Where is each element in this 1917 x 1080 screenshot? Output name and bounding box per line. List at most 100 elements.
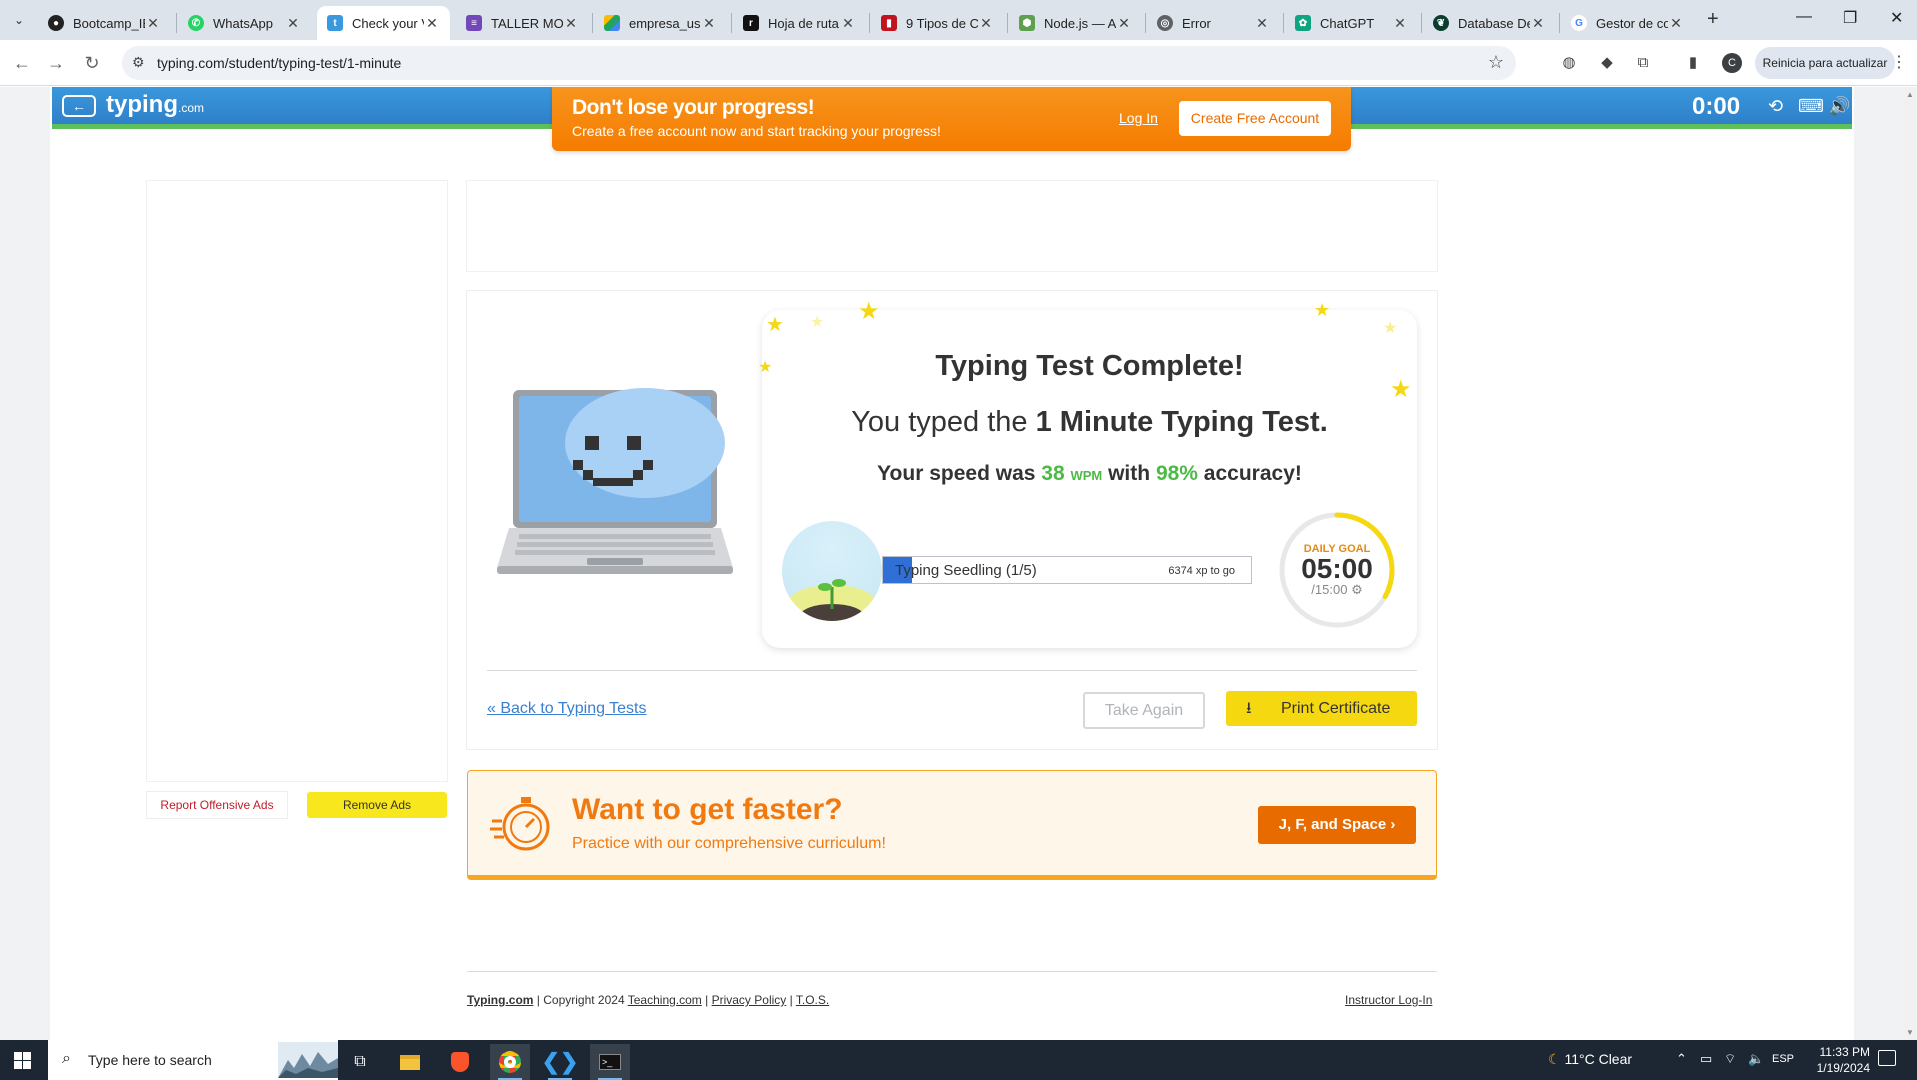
seedling-badge-icon: [782, 521, 882, 621]
roadmap-icon: r: [743, 15, 759, 31]
notification-icon[interactable]: [1878, 1050, 1896, 1066]
system-clock[interactable]: 11:33 PM 1/19/2024: [1800, 1044, 1870, 1076]
test-name-line: You typed the 1 Minute Typing Test.: [851, 406, 1328, 438]
address-bar[interactable]: ⚙ typing.com/student/typing-test/1-minut…: [122, 46, 1516, 80]
reload-icon[interactable]: ↻: [80, 51, 104, 75]
site-info-icon[interactable]: ⚙: [132, 54, 145, 71]
bookmark-star-icon[interactable]: ☆: [1488, 52, 1504, 73]
close-icon[interactable]: ✕: [701, 15, 717, 32]
close-icon[interactable]: ✕: [285, 15, 301, 32]
keyboard-hide-icon[interactable]: ⌨: [1798, 96, 1824, 117]
close-icon[interactable]: ✕: [1392, 15, 1408, 32]
battery-icon[interactable]: ▭: [1700, 1051, 1712, 1067]
page-scrollbar[interactable]: [1904, 87, 1917, 1040]
close-icon[interactable]: ✕: [1668, 15, 1684, 32]
whatsapp-icon: ✆: [188, 15, 204, 31]
terminal-icon[interactable]: >_: [590, 1044, 630, 1080]
chrome-icon[interactable]: [490, 1044, 530, 1080]
input-language[interactable]: ESP: [1772, 1053, 1794, 1065]
scroll-down-icon[interactable]: ▼: [1906, 1028, 1914, 1037]
remove-ads-button[interactable]: Remove Ads: [307, 792, 447, 818]
divider: [487, 670, 1417, 671]
tab-bootcamp[interactable]: ● Bootcamp_IE ✕: [38, 6, 171, 40]
minimize-button[interactable]: —: [1796, 8, 1812, 26]
report-ads-button[interactable]: Report Offensive Ads: [147, 792, 287, 818]
chatgpt-icon: ✿: [1295, 15, 1311, 31]
browser-menu-icon[interactable]: ⋮: [1891, 52, 1907, 72]
close-icon[interactable]: ✕: [563, 15, 579, 32]
tos-link[interactable]: T.O.S.: [796, 993, 829, 1007]
taskbar-search[interactable]: ⌕ Type here to search: [48, 1040, 338, 1080]
teaching-link[interactable]: Teaching.com: [628, 993, 702, 1007]
extensions-puzzle-icon[interactable]: ⧉: [1632, 52, 1654, 74]
wpm-value: 38: [1041, 462, 1065, 485]
header-back-button[interactable]: ←: [62, 95, 96, 117]
tab-typing-active[interactable]: t Check your V ✕: [317, 6, 450, 40]
tab-taller[interactable]: ≡ TALLER MON ✕: [456, 6, 589, 40]
back-to-tests-link[interactable]: « Back to Typing Tests: [487, 700, 647, 718]
top-ad-slot: [467, 181, 1437, 271]
footer-brand-link[interactable]: Typing.com: [467, 993, 533, 1007]
side-panel-icon[interactable]: ▮: [1682, 52, 1704, 74]
windows-start-icon[interactable]: [14, 1052, 31, 1069]
close-icon[interactable]: ✕: [1530, 15, 1546, 32]
back-arrow-icon[interactable]: ←: [10, 51, 34, 75]
daily-goal-time: 05:00: [1301, 553, 1373, 584]
print-certificate-button[interactable]: ⭳ Print Certificate: [1226, 691, 1417, 726]
history-icon[interactable]: ⟲: [1768, 96, 1783, 117]
new-tab-button[interactable]: +: [1707, 8, 1719, 31]
tab-database[interactable]: ❦ Database De ✕: [1423, 6, 1556, 40]
brave-browser-icon[interactable]: [440, 1044, 480, 1080]
take-again-button[interactable]: Take Again: [1083, 692, 1205, 729]
tab-hoja-de-ruta[interactable]: r Hoja de ruta ✕: [733, 6, 866, 40]
extension-icon[interactable]: ◆: [1596, 52, 1618, 74]
file-explorer-icon[interactable]: [390, 1044, 430, 1080]
extension-globe-icon[interactable]: ◍: [1558, 52, 1580, 74]
url-text[interactable]: typing.com/student/typing-test/1-minute: [157, 55, 401, 71]
scroll-up-icon[interactable]: ▲: [1906, 90, 1914, 99]
tab-error[interactable]: ◎ Error ✕: [1147, 6, 1280, 40]
volume-icon[interactable]: 🔈: [1748, 1051, 1764, 1067]
close-icon[interactable]: ✕: [424, 15, 440, 32]
vscode-icon[interactable]: ❮❯: [540, 1044, 580, 1080]
sound-icon[interactable]: 🔊: [1828, 96, 1850, 117]
restore-button[interactable]: ❐: [1843, 8, 1857, 28]
nodejs-icon: ⬢: [1019, 15, 1035, 31]
update-browser-button[interactable]: Reinicia para actualizar: [1755, 47, 1895, 79]
close-icon[interactable]: ✕: [145, 15, 161, 32]
daily-goal-total[interactable]: /15:00 ⚙: [1277, 582, 1397, 598]
task-view-icon[interactable]: ⧉: [340, 1044, 380, 1080]
promo-title: Don't lose your progress!: [572, 96, 815, 119]
tab-tipos[interactable]: ▮ 9 Tipos de C ✕: [871, 6, 1004, 40]
login-link[interactable]: Log In: [1119, 110, 1158, 126]
stopwatch-icon: [490, 797, 550, 851]
weather-widget[interactable]: ☾ 11°C Clear: [1548, 1051, 1632, 1068]
wifi-icon[interactable]: ⌔: [1724, 1051, 1736, 1067]
close-icon[interactable]: ✕: [1254, 15, 1270, 32]
tab-chatgpt[interactable]: ✿ ChatGPT ✕: [1285, 6, 1418, 40]
windows-taskbar: ⌕ Type here to search ⧉ ❮❯ >_ ☾ 11°C Cle…: [0, 1040, 1917, 1080]
privacy-link[interactable]: Privacy Policy: [712, 993, 787, 1007]
tab-empresa[interactable]: empresa_usu ✕: [594, 6, 727, 40]
typing-logo[interactable]: typing.com: [106, 91, 204, 119]
close-icon[interactable]: ✕: [840, 15, 856, 32]
close-icon[interactable]: ✕: [978, 15, 994, 32]
forms-icon: ≡: [466, 15, 482, 31]
taskbar-search-placeholder: Type here to search: [88, 1052, 212, 1068]
browser-toolbar: ← → ↻ ⚙ typing.com/student/typing-test/1…: [0, 40, 1917, 86]
tab-search-button[interactable]: ⌄: [8, 9, 30, 31]
google-icon: G: [1571, 15, 1587, 31]
forward-arrow-icon[interactable]: →: [44, 51, 68, 75]
close-icon[interactable]: ✕: [1116, 15, 1132, 32]
tab-gestor[interactable]: G Gestor de co ✕: [1561, 6, 1694, 40]
tab-nodejs[interactable]: ⬢ Node.js — A ✕: [1009, 6, 1142, 40]
search-icon: ⌕: [62, 1050, 71, 1067]
tab-whatsapp[interactable]: ✆ WhatsApp ✕: [178, 6, 311, 40]
close-window-button[interactable]: ✕: [1890, 8, 1903, 28]
instructor-login-link[interactable]: Instructor Log-In: [1345, 993, 1432, 1007]
create-account-button[interactable]: Create Free Account: [1179, 101, 1331, 136]
jf-space-lesson-button[interactable]: J, F, and Space ›: [1258, 806, 1416, 844]
profile-avatar[interactable]: C: [1722, 53, 1742, 73]
star-icon: ★: [1383, 320, 1398, 337]
tray-chevron-icon[interactable]: ⌃: [1676, 1051, 1687, 1067]
